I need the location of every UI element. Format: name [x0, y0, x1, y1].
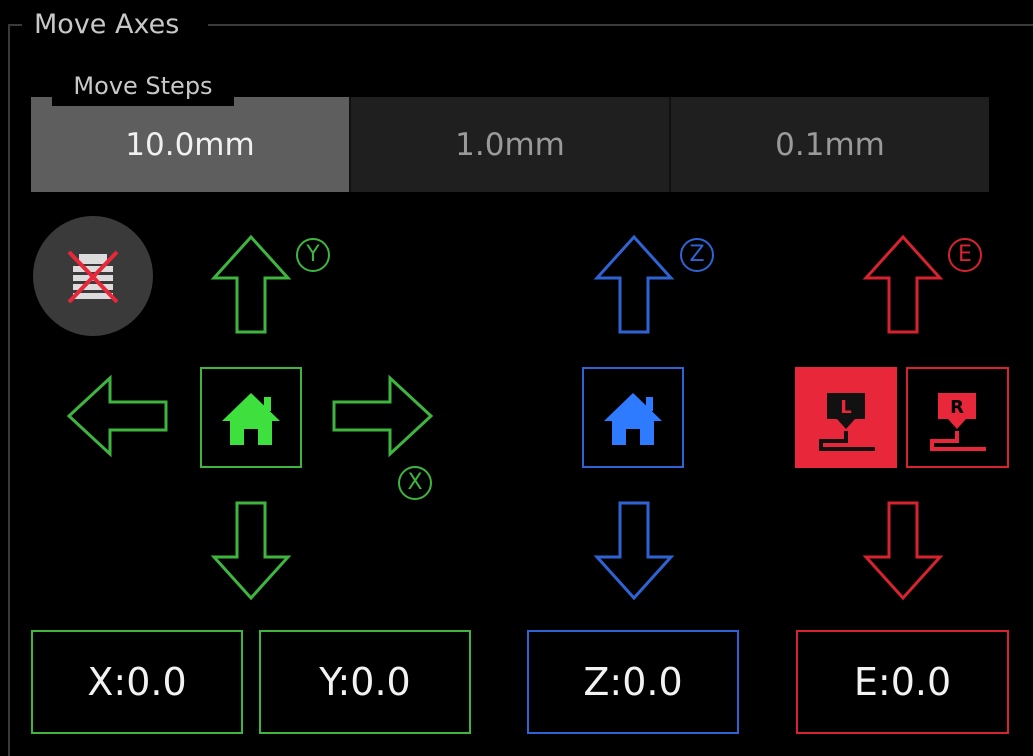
e-position-readout: E:0.0 — [796, 630, 1009, 734]
x-position-readout: X:0.0 — [31, 630, 243, 734]
y-plus-arrow[interactable] — [210, 234, 292, 336]
z-plus-arrow[interactable] — [593, 234, 675, 336]
move-axes-panel: Move Axes 10.0mm 1.0mm 0.1mm Move Steps … — [0, 0, 1033, 756]
z-position-readout: Z:0.0 — [527, 630, 739, 734]
y-position-readout: Y:0.0 — [259, 630, 471, 734]
z-minus-arrow[interactable] — [593, 499, 675, 601]
e-minus-arrow[interactable] — [862, 499, 944, 601]
step-1mm-button[interactable]: 1.0mm — [351, 97, 671, 192]
extruder-left-letter: L — [840, 397, 851, 418]
x-minus-arrow[interactable] — [66, 374, 170, 458]
home-icon — [604, 393, 662, 445]
motor-off-icon — [67, 250, 119, 304]
group-frame-top — [8, 24, 22, 26]
motors-off-button[interactable] — [33, 216, 153, 336]
group-frame-top — [208, 24, 1033, 26]
extruder-left-button[interactable]: L — [795, 367, 897, 468]
step-0-1mm-button[interactable]: 0.1mm — [671, 97, 989, 192]
home-xy-button[interactable] — [200, 367, 302, 468]
move-steps-label: Move Steps — [52, 66, 234, 106]
home-z-button[interactable] — [582, 367, 684, 468]
z-axis-badge: Z — [680, 238, 714, 272]
extruder-left-icon: L — [819, 393, 875, 451]
step-10mm-button[interactable]: 10.0mm — [31, 97, 351, 192]
move-steps-selector: 10.0mm 1.0mm 0.1mm — [31, 97, 989, 192]
group-title: Move Axes — [34, 9, 180, 40]
y-minus-arrow[interactable] — [210, 499, 292, 601]
extruder-right-letter: R — [950, 397, 964, 418]
x-axis-badge: X — [398, 466, 432, 500]
home-icon — [222, 393, 280, 445]
group-frame-left — [8, 24, 10, 756]
e-plus-arrow[interactable] — [862, 234, 944, 336]
x-plus-arrow[interactable] — [330, 374, 434, 458]
extruder-right-button[interactable]: R — [906, 367, 1009, 468]
extruder-right-icon: R — [930, 393, 986, 451]
e-axis-badge: E — [948, 238, 982, 272]
y-axis-badge: Y — [296, 238, 330, 272]
